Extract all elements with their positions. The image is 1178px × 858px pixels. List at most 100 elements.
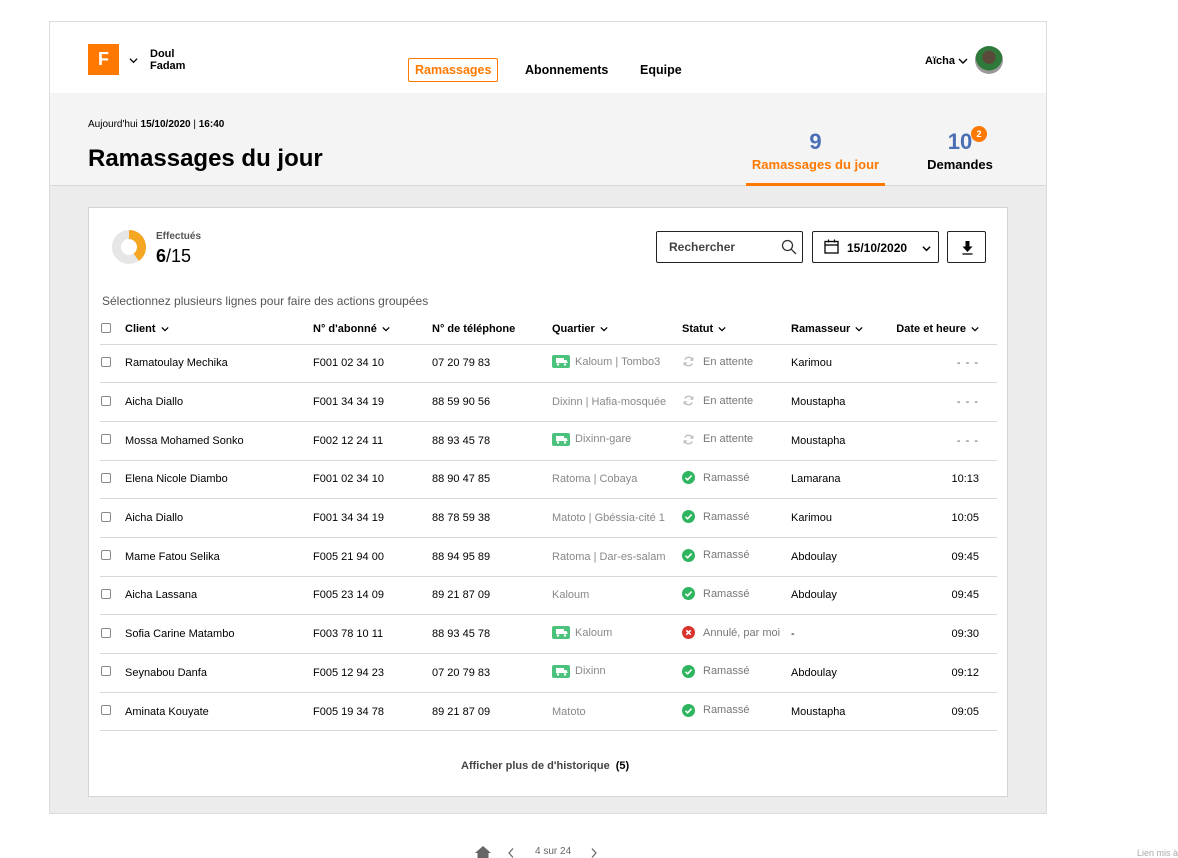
search-field[interactable]	[656, 231, 803, 263]
app-frame: F Doul Fadam Ramassages Abonnements Equi…	[49, 21, 1047, 814]
date-picker-button[interactable]: 15/10/2020	[812, 231, 939, 263]
cancel-circle-icon	[682, 626, 695, 640]
quartier: Dixinn	[552, 664, 606, 678]
table-row[interactable]: Aicha Lassana F005 23 14 09 89 21 87 09 Kal…	[100, 576, 997, 616]
client-name: Seynabou Danfa	[125, 653, 313, 693]
row-checkbox[interactable]	[101, 395, 111, 406]
bulk-actions-hint: Sélectionnez plusieurs lignes pour faire…	[102, 294, 429, 308]
pickup-time: - - -	[890, 421, 997, 461]
quartier-label: Dixinn | Hafia-mosquée	[552, 396, 667, 409]
status-label: Ramassé	[703, 704, 750, 717]
row-checkbox[interactable]	[101, 472, 111, 483]
status-cell: En attente	[682, 421, 791, 461]
status-label: Ramassé	[703, 510, 750, 523]
column-date-heure[interactable]: Date et heure	[890, 315, 997, 345]
client-name: Aminata Kouyate	[125, 692, 313, 732]
row-checkbox[interactable]	[101, 666, 111, 677]
home-icon[interactable]	[475, 846, 491, 858]
chevron-down-icon[interactable]	[958, 56, 968, 66]
row-select-cell	[100, 344, 125, 384]
nav-equipe[interactable]: Equipe	[640, 63, 682, 77]
select-all-checkbox[interactable]	[101, 322, 111, 333]
row-checkbox[interactable]	[101, 588, 111, 599]
chevron-down-icon	[971, 327, 979, 332]
table-row[interactable]: Mossa Mohamed Sonko F002 12 24 11 88 93 45…	[100, 421, 997, 461]
row-checkbox[interactable]	[101, 511, 111, 522]
search-input[interactable]	[657, 232, 777, 262]
collector-name: Abdoulay	[791, 576, 890, 616]
done-count: 6/15	[156, 246, 191, 267]
phone-number: 89 21 87 09	[432, 576, 552, 616]
column-label: Date et heure	[896, 323, 966, 336]
truck-icon	[552, 432, 570, 446]
calendar-icon	[824, 239, 839, 254]
company-name[interactable]: Doul Fadam	[150, 48, 185, 72]
download-icon	[962, 241, 973, 255]
table-row[interactable]: Sofia Carine Matambo F003 78 10 11 88 93 4…	[100, 614, 997, 654]
user-name[interactable]: Aïcha	[925, 55, 955, 67]
company-line-1: Doul	[150, 48, 175, 60]
tab-demandes[interactable]: 10 2 Demandes	[918, 126, 1002, 172]
row-checkbox[interactable]	[101, 356, 111, 367]
pickup-time: 09:30	[890, 614, 997, 654]
column-label: Quartier	[552, 323, 595, 336]
download-button[interactable]	[947, 231, 986, 263]
chevron-left-icon[interactable]	[507, 848, 515, 858]
table-row[interactable]: Aminata Kouyate F005 19 34 78 89 21 87 09 M…	[100, 692, 997, 732]
quartier: Kaloum	[552, 589, 589, 601]
chevron-right-icon[interactable]	[590, 848, 598, 858]
show-more-history-link[interactable]: Afficher plus de d'historique (5)	[461, 760, 629, 772]
status-label: En attente	[703, 355, 754, 368]
pickup-time: - - -	[890, 382, 997, 422]
quartier-cell: Dixinn	[552, 653, 682, 693]
column-ramasseur[interactable]: Ramasseur	[791, 315, 890, 345]
row-checkbox[interactable]	[101, 434, 111, 445]
check-circle-icon	[682, 510, 695, 524]
row-checkbox[interactable]	[101, 550, 111, 561]
top-bar: F Doul Fadam Ramassages Abonnements Equi…	[50, 22, 1046, 93]
status-badge: Ramassé	[682, 703, 750, 717]
quartier-label: Kaloum	[552, 589, 590, 602]
row-select-cell	[100, 537, 125, 577]
check-circle-icon	[682, 471, 695, 485]
nav-ramassages[interactable]: Ramassages	[408, 58, 499, 82]
table-row[interactable]: Mame Fatou Selika F005 21 94 00 88 94 95 8…	[100, 537, 997, 577]
quartier-cell: Kaloum	[552, 576, 682, 616]
client-name: Mame Fatou Selika	[125, 537, 313, 577]
today-date: 15/10/2020	[140, 119, 191, 130]
chevron-down-icon[interactable]	[129, 56, 138, 65]
row-checkbox[interactable]	[101, 627, 111, 638]
client-name: Aicha Diallo	[125, 498, 313, 538]
column-client[interactable]: Client	[125, 315, 313, 345]
tab-ramassages-du-jour[interactable]: 9 Ramassages du jour	[746, 129, 885, 186]
avatar[interactable]	[975, 46, 1003, 74]
table-row[interactable]: Ramatoulay Mechika F001 02 34 10 07 20 79 …	[100, 344, 997, 384]
column-label: N° d'abonné	[313, 323, 377, 336]
nav-abonnements[interactable]: Abonnements	[525, 63, 608, 77]
table-row[interactable]: Elena Nicole Diambo F001 02 34 10 88 90 47…	[100, 460, 997, 500]
refresh-icon	[682, 355, 695, 368]
quartier-cell: Ratoma | Dar-es-salam	[552, 537, 682, 577]
pickup-time: 09:45	[890, 537, 997, 577]
column-statut[interactable]: Statut	[682, 315, 791, 345]
status-badge: Ramassé	[682, 664, 749, 678]
status-badge: Ramassé	[682, 471, 749, 485]
search-icon[interactable]	[781, 239, 797, 255]
column-abonne[interactable]: N° d'abonné	[313, 315, 432, 345]
column-quartier[interactable]: Quartier	[552, 315, 682, 345]
status-badge: Ramassé	[682, 587, 749, 601]
status-badge: Ramassé	[682, 548, 749, 562]
phone-number: 88 93 45 78	[432, 614, 552, 654]
status-cell: Annulé, par moi	[682, 614, 791, 654]
subscriber-number: F001 34 34 19	[313, 382, 432, 422]
table-row[interactable]: Aicha Diallo F001 34 34 19 88 59 90 56 Dixi…	[100, 382, 997, 422]
status-cell: Ramassé	[682, 537, 791, 577]
status-badge: Ramassé	[682, 510, 750, 524]
table-row[interactable]: Aicha Diallo F001 34 34 19 88 78 59 38 Mato…	[100, 498, 997, 538]
row-checkbox[interactable]	[101, 705, 111, 716]
company-logo[interactable]: F	[88, 44, 119, 75]
subscriber-number: F001 34 34 19	[313, 498, 432, 538]
table-row[interactable]: Seynabou Danfa F005 12 94 23 07 20 79 83 Di…	[100, 653, 997, 693]
client-name: Aicha Diallo	[125, 382, 313, 422]
status-label: En attente	[703, 433, 754, 446]
